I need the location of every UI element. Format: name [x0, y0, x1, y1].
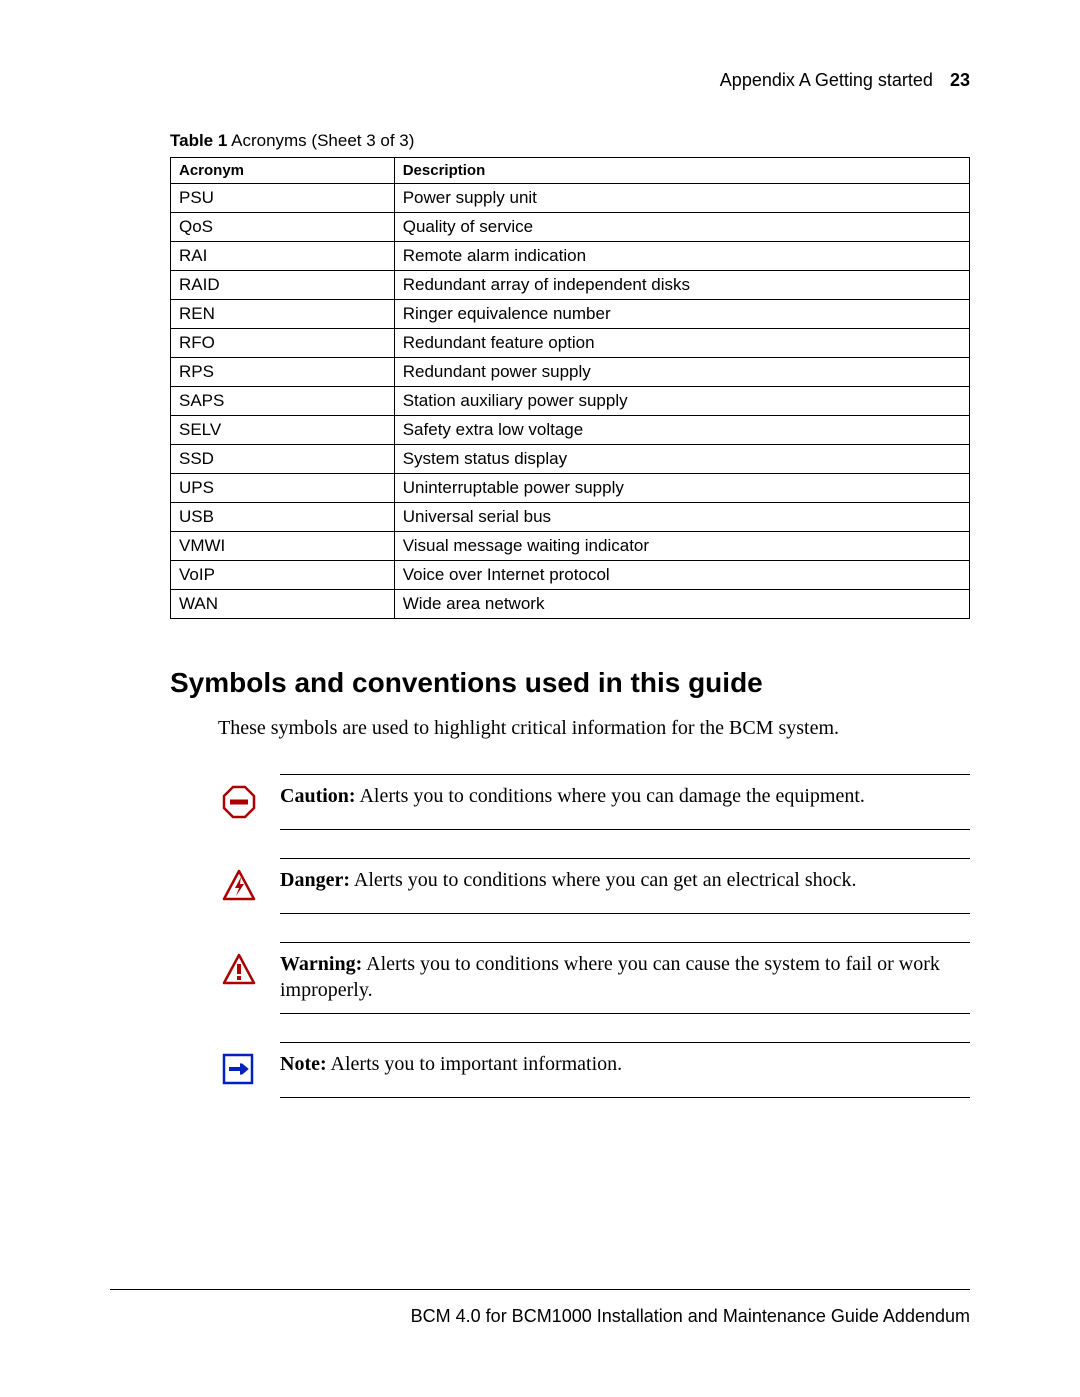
caution-icon	[218, 783, 260, 819]
table-row: SSDSystem status display	[171, 445, 970, 474]
table-row: PSUPower supply unit	[171, 184, 970, 213]
cell-description: Redundant feature option	[394, 329, 969, 358]
callout: Caution: Alerts you to conditions where …	[218, 774, 970, 830]
table-row: RENRinger equivalence number	[171, 300, 970, 329]
divider	[280, 913, 970, 914]
divider	[280, 829, 970, 830]
callout-row: Warning: Alerts you to conditions where …	[218, 943, 970, 1013]
callout-label: Warning:	[280, 953, 362, 975]
table-row: RAIRemote alarm indication	[171, 242, 970, 271]
callout-text: Danger: Alerts you to conditions where y…	[260, 867, 970, 893]
header-page-number: 23	[950, 70, 970, 90]
callout-body: Alerts you to conditions where you can d…	[356, 785, 865, 807]
acronyms-table: Acronym Description PSUPower supply unit…	[170, 157, 970, 619]
intro-paragraph: These symbols are used to highlight crit…	[218, 717, 970, 740]
table-row: VoIPVoice over Internet protocol	[171, 561, 970, 590]
callout-text: Note: Alerts you to important informatio…	[260, 1051, 970, 1077]
cell-description: Power supply unit	[394, 184, 969, 213]
table-header-row: Acronym Description	[171, 158, 970, 184]
callout-label: Note:	[280, 1053, 327, 1075]
table-row: RFORedundant feature option	[171, 329, 970, 358]
page-footer: BCM 4.0 for BCM1000 Installation and Mai…	[110, 1289, 970, 1327]
cell-acronym: QoS	[171, 213, 395, 242]
table-caption: Table 1 Acronyms (Sheet 3 of 3)	[170, 131, 970, 151]
cell-acronym: WAN	[171, 590, 395, 619]
cell-acronym: USB	[171, 503, 395, 532]
callout-label: Caution:	[280, 785, 356, 807]
table-row: VMWIVisual message waiting indicator	[171, 532, 970, 561]
divider	[280, 1013, 970, 1014]
cell-acronym: PSU	[171, 184, 395, 213]
cell-acronym: RPS	[171, 358, 395, 387]
note-icon	[218, 1051, 260, 1087]
divider	[280, 1097, 970, 1098]
callout: Danger: Alerts you to conditions where y…	[218, 858, 970, 914]
table-row: RPSRedundant power supply	[171, 358, 970, 387]
cell-description: Remote alarm indication	[394, 242, 969, 271]
callout-text: Warning: Alerts you to conditions where …	[260, 951, 970, 1003]
cell-description: Visual message waiting indicator	[394, 532, 969, 561]
warning-icon	[218, 951, 260, 987]
cell-description: Quality of service	[394, 213, 969, 242]
callout-body: Alerts you to conditions where you can g…	[350, 869, 857, 891]
cell-acronym: RAID	[171, 271, 395, 300]
cell-acronym: VMWI	[171, 532, 395, 561]
section-heading: Symbols and conventions used in this gui…	[170, 667, 970, 699]
cell-acronym: REN	[171, 300, 395, 329]
cell-acronym: SAPS	[171, 387, 395, 416]
callout-body: Alerts you to important information.	[327, 1053, 623, 1075]
table-row: USBUniversal serial bus	[171, 503, 970, 532]
cell-description: Redundant power supply	[394, 358, 969, 387]
callout-label: Danger:	[280, 869, 350, 891]
table-caption-prefix: Table 1	[170, 131, 227, 150]
table-row: SAPSStation auxiliary power supply	[171, 387, 970, 416]
callout-row: Note: Alerts you to important informatio…	[218, 1043, 970, 1097]
cell-description: Uninterruptable power supply	[394, 474, 969, 503]
table-caption-rest: Acronyms (Sheet 3 of 3)	[227, 131, 414, 150]
cell-description: Safety extra low voltage	[394, 416, 969, 445]
callout-body: Alerts you to conditions where you can c…	[280, 953, 940, 1001]
cell-description: Wide area network	[394, 590, 969, 619]
cell-acronym: RAI	[171, 242, 395, 271]
table-row: WANWide area network	[171, 590, 970, 619]
th-acronym: Acronym	[171, 158, 395, 184]
table-row: RAIDRedundant array of independent disks	[171, 271, 970, 300]
th-description: Description	[394, 158, 969, 184]
table-row: UPSUninterruptable power supply	[171, 474, 970, 503]
cell-acronym: SELV	[171, 416, 395, 445]
callout: Note: Alerts you to important informatio…	[218, 1042, 970, 1098]
table-row: SELVSafety extra low voltage	[171, 416, 970, 445]
cell-description: Ringer equivalence number	[394, 300, 969, 329]
danger-icon	[218, 867, 260, 903]
cell-acronym: UPS	[171, 474, 395, 503]
cell-description: System status display	[394, 445, 969, 474]
table-row: QoSQuality of service	[171, 213, 970, 242]
page-header: Appendix A Getting started 23	[170, 70, 970, 91]
cell-acronym: SSD	[171, 445, 395, 474]
cell-acronym: VoIP	[171, 561, 395, 590]
callout-row: Caution: Alerts you to conditions where …	[218, 775, 970, 829]
cell-acronym: RFO	[171, 329, 395, 358]
cell-description: Redundant array of independent disks	[394, 271, 969, 300]
callout-text: Caution: Alerts you to conditions where …	[260, 783, 970, 809]
cell-description: Universal serial bus	[394, 503, 969, 532]
callout: Warning: Alerts you to conditions where …	[218, 942, 970, 1014]
header-section: Appendix A Getting started	[720, 70, 933, 90]
cell-description: Station auxiliary power supply	[394, 387, 969, 416]
cell-description: Voice over Internet protocol	[394, 561, 969, 590]
callout-row: Danger: Alerts you to conditions where y…	[218, 859, 970, 913]
